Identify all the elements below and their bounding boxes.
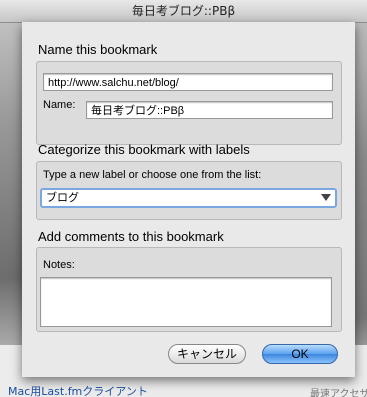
label-groupbox: Type a new label or choose one from the …	[36, 161, 342, 220]
label-combobox[interactable]: ブログ	[40, 188, 337, 208]
cancel-button[interactable]: キャンセル	[168, 344, 246, 364]
background-subtext: 最速アクセサ	[310, 389, 367, 397]
label-combobox-value: ブログ	[46, 192, 79, 204]
notes-textarea[interactable]	[40, 277, 332, 327]
background-link[interactable]: Mac用Last.fmクライアント	[8, 383, 148, 397]
add-bookmark-sheet: Name this bookmark http://www.salchu.net…	[22, 22, 355, 377]
window-title: 毎日考ブログ::PBβ	[0, 0, 367, 23]
notes-label: Notes:	[43, 259, 75, 271]
name-label: Name:	[43, 99, 76, 111]
name-groupbox: http://www.salchu.net/blog/ Name: 毎日考ブログ…	[36, 61, 342, 145]
background-left-edge	[0, 0, 22, 397]
name-field[interactable]: 毎日考ブログ::PBβ	[86, 101, 333, 119]
label-instruction: Type a new label or choose one from the …	[43, 169, 262, 181]
ok-button[interactable]: OK	[262, 344, 338, 364]
comment-section-title: Add comments to this bookmark	[38, 229, 224, 244]
background-right-edge	[355, 0, 367, 397]
comment-groupbox: Notes:	[36, 247, 342, 332]
url-field[interactable]: http://www.salchu.net/blog/	[43, 73, 333, 91]
name-section-title: Name this bookmark	[38, 42, 158, 57]
label-section-title: Categorize this bookmark with labels	[38, 142, 250, 157]
chevron-down-icon[interactable]	[321, 194, 331, 201]
